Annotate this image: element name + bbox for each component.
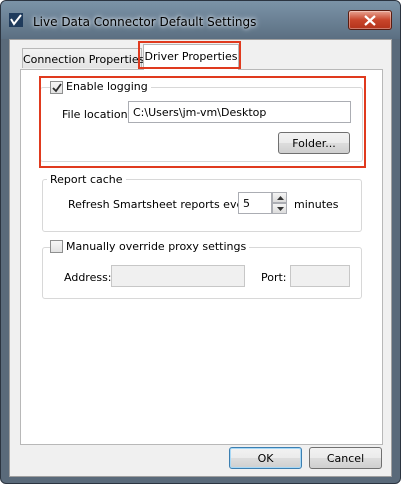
file-location-input[interactable]: C:\Users\jm-vm\Desktop — [128, 101, 351, 123]
file-location-label: File location: — [62, 108, 132, 121]
chevron-up-icon — [277, 196, 284, 200]
refresh-reports-label: Refresh Smartsheet reports every — [68, 198, 255, 211]
proxy-address-label: Address: — [64, 271, 112, 284]
checkmark-icon — [52, 83, 62, 93]
smartsheet-logo-icon — [9, 13, 23, 27]
dialog-client-area: Connection Properties Driver Properties … — [9, 39, 392, 477]
ok-button[interactable]: OK — [229, 447, 302, 469]
dialog-window: Live Data Connector Default Settings Con… — [0, 0, 401, 484]
override-proxy-label[interactable]: Manually override proxy settings — [63, 240, 250, 253]
minutes-label: minutes — [294, 198, 339, 211]
enable-logging-label[interactable]: Enable logging — [63, 80, 151, 93]
title-bar[interactable]: Live Data Connector Default Settings — [1, 1, 400, 39]
folder-button[interactable]: Folder... — [278, 132, 350, 154]
cancel-button[interactable]: Cancel — [309, 447, 382, 469]
tab-connection-properties[interactable]: Connection Properties — [22, 48, 144, 68]
tab-driver-properties[interactable]: Driver Properties — [143, 44, 239, 70]
report-cache-group-title: Report cache — [47, 173, 126, 186]
window-title: Live Data Connector Default Settings — [33, 15, 257, 29]
enable-logging-checkbox[interactable] — [50, 81, 63, 94]
proxy-address-input[interactable] — [111, 265, 245, 287]
close-button[interactable] — [348, 10, 392, 30]
proxy-port-label: Port: — [261, 271, 287, 284]
dialog-button-bar: OK Cancel — [10, 445, 393, 478]
refresh-interval-input[interactable]: 5 — [238, 192, 272, 214]
refresh-interval-increment[interactable] — [272, 192, 287, 203]
close-icon — [364, 15, 376, 26]
override-proxy-checkbox[interactable] — [50, 240, 63, 253]
proxy-port-input[interactable] — [290, 265, 350, 287]
refresh-interval-decrement[interactable] — [272, 203, 287, 214]
chevron-down-icon — [277, 207, 284, 211]
